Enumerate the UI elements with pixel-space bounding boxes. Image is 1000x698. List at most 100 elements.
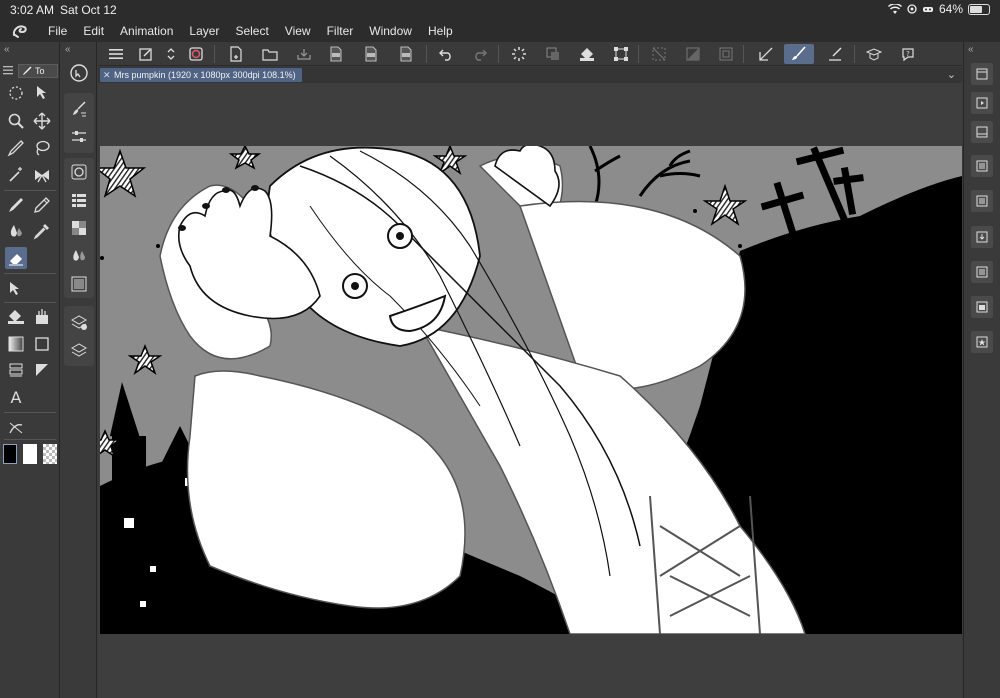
hamburger-menu-icon[interactable] (106, 44, 126, 64)
move-icon[interactable] (31, 110, 53, 132)
redo-icon[interactable] (470, 44, 490, 64)
panel-menu-icon[interactable] (2, 64, 16, 78)
chevron-updown-icon[interactable] (161, 44, 181, 64)
layers-icon[interactable] (66, 339, 92, 361)
new-file-icon[interactable] (226, 44, 246, 64)
animation-icon[interactable] (971, 92, 993, 114)
operation-arrow-icon[interactable] (5, 277, 27, 299)
eraser-icon[interactable] (5, 247, 27, 269)
save-icon[interactable] (294, 44, 314, 64)
close-icon[interactable]: ✕ (103, 68, 111, 82)
color-mixing-icon[interactable] (66, 245, 92, 267)
menu-select[interactable]: Select (227, 24, 276, 38)
clear-layer-icon[interactable] (543, 44, 563, 64)
document-tab[interactable]: ✕ Mrs pumpkin (1920 x 1080px 300dpi 108.… (100, 68, 302, 82)
magic-wand-icon[interactable] (5, 164, 27, 186)
color-wheel-icon[interactable] (66, 161, 92, 183)
pencil-icon[interactable] (31, 194, 53, 216)
material-3d-icon[interactable] (971, 261, 993, 283)
lasso-select-icon[interactable] (5, 82, 27, 104)
layers-stack-icon[interactable] (5, 359, 27, 381)
fill-icon[interactable] (577, 44, 597, 64)
sub-color-swatch[interactable] (23, 444, 37, 464)
menu-filter[interactable]: Filter (319, 24, 362, 38)
brush-tab-icon (22, 66, 32, 76)
pen-pressure-icon[interactable] (825, 44, 845, 64)
undo-icon[interactable] (436, 44, 456, 64)
menu-edit[interactable]: Edit (75, 24, 112, 38)
paint-bucket-icon[interactable] (5, 306, 27, 328)
canvas-artwork[interactable] (100, 146, 962, 634)
material-icon[interactable] (971, 63, 993, 85)
navigator-icon[interactable] (66, 62, 92, 84)
open-folder-icon[interactable] (260, 44, 280, 64)
hide-selection-icon[interactable] (649, 44, 669, 64)
rectangle-icon[interactable] (31, 333, 53, 355)
menu-layer[interactable]: Layer (181, 24, 227, 38)
separator (498, 45, 499, 63)
menu-file[interactable]: File (40, 24, 75, 38)
svg-text:?: ? (906, 50, 910, 58)
quick-access-icon[interactable] (136, 44, 156, 64)
menu-view[interactable]: View (277, 24, 319, 38)
ribbon-icon[interactable] (31, 164, 53, 186)
pen-nib-icon[interactable] (5, 194, 27, 216)
correct-line-icon[interactable] (5, 417, 27, 439)
lasso-icon[interactable] (31, 137, 53, 159)
object-select-icon[interactable] (31, 82, 53, 104)
help-icon[interactable]: ? (898, 44, 918, 64)
brush-stabilize-icon[interactable] (784, 44, 814, 64)
text-icon[interactable]: A (5, 386, 27, 408)
color-history-icon[interactable] (66, 273, 92, 295)
export-jpg-icon[interactable] (326, 44, 346, 64)
material-grid-icon[interactable] (971, 190, 993, 212)
svg-text:A: A (11, 388, 22, 406)
layer-property-icon[interactable] (66, 311, 92, 333)
menu-window[interactable]: Window (361, 24, 420, 38)
separator (743, 45, 744, 63)
ruler-icon[interactable] (31, 359, 53, 381)
menu-animation[interactable]: Animation (112, 24, 181, 38)
learn-icon[interactable] (864, 44, 884, 64)
loading-spinner-icon[interactable] (509, 44, 529, 64)
material-list-icon[interactable] (971, 155, 993, 177)
material-image-icon[interactable] (971, 296, 993, 318)
chevron-down-icon[interactable]: ⌄ (947, 68, 956, 81)
intermediate-color-icon[interactable] (66, 217, 92, 239)
pen-icon[interactable] (5, 137, 27, 159)
separator (4, 302, 56, 303)
clip-studio-logo-icon[interactable] (0, 20, 40, 42)
export-png-icon[interactable] (361, 44, 381, 64)
color-set-icon[interactable] (66, 189, 92, 211)
material-download-icon[interactable] (971, 226, 993, 248)
collapse-right-icon[interactable]: « (968, 44, 974, 55)
blend-icon[interactable] (5, 220, 27, 242)
collapse-left-icon[interactable]: « (4, 44, 10, 55)
zoom-icon[interactable] (5, 110, 27, 132)
location-icon (907, 4, 917, 14)
eyedropper-icon[interactable] (31, 220, 53, 242)
transparent-color-swatch[interactable] (43, 444, 57, 464)
tool-tab[interactable]: To (18, 64, 58, 78)
separator (214, 45, 215, 63)
separator (426, 45, 427, 63)
separator (4, 412, 56, 413)
sub-view-icon[interactable] (971, 121, 993, 143)
sub-tool-detail-icon[interactable] (66, 98, 92, 120)
favorite-material-icon[interactable] (971, 331, 993, 353)
export-psd-icon[interactable] (396, 44, 416, 64)
ruler-snap-icon[interactable] (756, 44, 776, 64)
main-color-swatch[interactable] (3, 444, 17, 464)
transform-icon[interactable] (611, 44, 631, 64)
tool-tab-label: To (35, 66, 45, 76)
tool-property-icon[interactable] (66, 126, 92, 148)
menu-help[interactable]: Help (420, 24, 461, 38)
canvas-border-icon[interactable] (716, 44, 736, 64)
gradient-icon[interactable] (5, 333, 27, 355)
companion-mode-icon[interactable] (186, 44, 206, 64)
separator (4, 190, 56, 191)
collapse-sub-icon[interactable]: « (65, 44, 71, 55)
snap-icon[interactable] (683, 44, 703, 64)
battery-icon (968, 3, 990, 15)
fill-bucket-alt-icon[interactable] (31, 306, 53, 328)
